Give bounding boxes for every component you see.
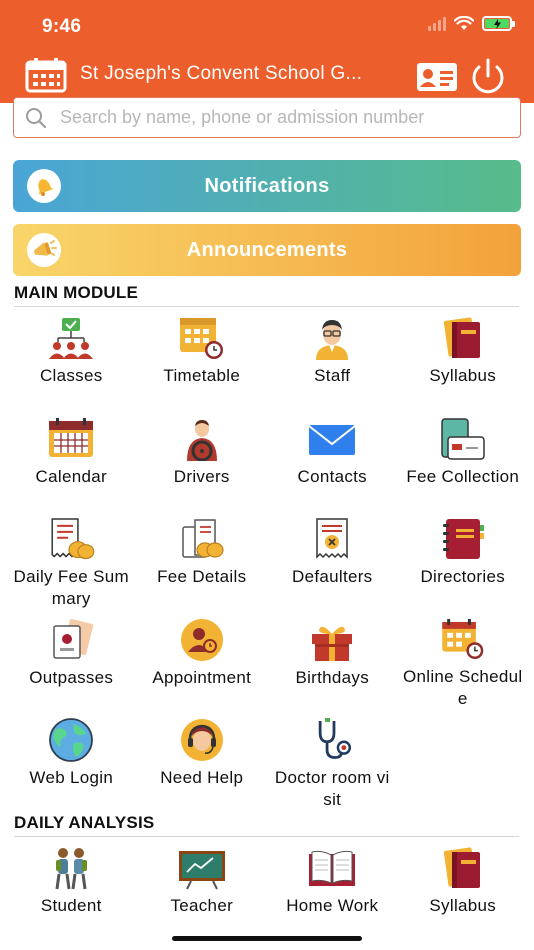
bell-icon bbox=[27, 169, 61, 203]
module-label: Staff bbox=[314, 366, 351, 385]
defaulters-icon bbox=[316, 518, 348, 559]
module-label: Directories bbox=[420, 567, 506, 586]
cellular-signal-icon bbox=[428, 16, 446, 31]
battery-icon bbox=[482, 16, 515, 31]
module-fee-collection[interactable]: Fee Collection bbox=[398, 409, 529, 510]
status-time: 9:46 bbox=[42, 16, 82, 37]
module-label: Syllabus bbox=[429, 366, 497, 385]
module-fee-details[interactable]: Fee Details bbox=[137, 509, 268, 610]
module-label: Fee Collection bbox=[406, 466, 520, 486]
fee-collection-icon bbox=[441, 417, 485, 460]
module-label: Birthdays bbox=[295, 667, 370, 687]
module-online-schedule[interactable]: Online Schedule bbox=[398, 610, 529, 711]
directory-book-icon bbox=[442, 519, 484, 559]
receipt-coins-icon bbox=[51, 518, 95, 560]
status-indicators bbox=[428, 16, 515, 31]
power-icon[interactable] bbox=[468, 58, 508, 96]
module-directories[interactable]: Directories bbox=[398, 509, 529, 610]
app-header: 9:46 St Joseph's Convent School G... bbox=[0, 0, 534, 103]
module-label: Web Login bbox=[29, 768, 114, 787]
classes-icon bbox=[49, 318, 94, 359]
module-syllabus[interactable]: Syllabus bbox=[398, 308, 529, 409]
module-staff[interactable]: Staff bbox=[267, 308, 398, 409]
schedule-icon bbox=[441, 618, 484, 659]
analysis-syllabus[interactable]: Syllabus bbox=[398, 838, 529, 918]
module-label: Drivers bbox=[173, 466, 230, 486]
module-defaulters[interactable]: Defaulters bbox=[267, 509, 398, 610]
module-label: Appointment bbox=[152, 667, 252, 687]
home-indicator[interactable] bbox=[172, 936, 362, 941]
module-label: Need Help bbox=[160, 768, 244, 787]
syllabus-icon bbox=[443, 847, 480, 888]
module-label: Calendar bbox=[35, 466, 107, 486]
outpass-icon bbox=[53, 618, 94, 659]
daily-analysis-grid: Student Teacher Home Work Syllabus bbox=[6, 838, 528, 918]
section-divider bbox=[14, 306, 519, 307]
gift-icon bbox=[312, 626, 353, 661]
module-web-login[interactable]: Web Login bbox=[6, 710, 137, 811]
appointment-icon bbox=[180, 618, 223, 661]
main-module-grid: Classes Timetable Staff Syllabus Calenda… bbox=[6, 308, 528, 811]
staff-icon bbox=[316, 320, 349, 360]
module-birthdays[interactable]: Birthdays bbox=[267, 610, 398, 711]
analysis-label: Home Work bbox=[286, 896, 379, 915]
announcements-button[interactable]: Announcements bbox=[13, 224, 521, 276]
module-label: Fee Details bbox=[157, 567, 247, 586]
module-doctor-room-visit[interactable]: Doctor room visit bbox=[267, 710, 398, 811]
module-outpasses[interactable]: Outpasses bbox=[6, 610, 137, 711]
envelope-icon bbox=[308, 424, 356, 455]
timetable-icon bbox=[179, 318, 223, 359]
module-need-help[interactable]: Need Help bbox=[137, 710, 268, 811]
module-classes[interactable]: Classes bbox=[6, 308, 137, 409]
module-contacts[interactable]: Contacts bbox=[267, 409, 398, 510]
notifications-button[interactable]: Notifications bbox=[13, 160, 521, 212]
driver-icon bbox=[186, 419, 217, 461]
analysis-label: Student bbox=[40, 896, 102, 915]
module-label: Classes bbox=[39, 366, 103, 385]
fee-details-icon bbox=[182, 519, 224, 558]
main-module-title: MAIN MODULE bbox=[14, 283, 139, 302]
id-card-icon[interactable] bbox=[416, 62, 458, 92]
open-book-icon bbox=[309, 850, 356, 886]
module-label: Contacts bbox=[297, 466, 367, 486]
students-icon bbox=[55, 848, 88, 890]
search-bar[interactable] bbox=[13, 97, 521, 138]
module-label: Timetable bbox=[163, 366, 241, 385]
module-appointment[interactable]: Appointment bbox=[137, 610, 268, 711]
module-drivers[interactable]: Drivers bbox=[137, 409, 268, 510]
notifications-label: Notifications bbox=[204, 174, 330, 197]
wifi-icon bbox=[454, 16, 474, 30]
calendar-icon bbox=[49, 417, 94, 457]
module-daily-fee-summary[interactable]: Daily Fee Summary bbox=[6, 509, 137, 610]
teacher-board-icon bbox=[178, 851, 225, 890]
section-divider bbox=[14, 836, 519, 837]
announcements-label: Announcements bbox=[186, 238, 348, 261]
module-label: Doctor room visit bbox=[274, 767, 390, 809]
daily-analysis-title: DAILY ANALYSIS bbox=[14, 813, 155, 832]
megaphone-icon bbox=[27, 233, 61, 267]
analysis-home-work[interactable]: Home Work bbox=[267, 838, 398, 918]
analysis-label: Syllabus bbox=[429, 896, 497, 915]
support-headset-icon bbox=[180, 719, 223, 761]
module-label: Daily Fee Summary bbox=[13, 566, 129, 608]
search-icon bbox=[26, 107, 47, 128]
module-calendar[interactable]: Calendar bbox=[6, 409, 137, 510]
analysis-teacher[interactable]: Teacher bbox=[137, 838, 268, 918]
calendar-icon[interactable] bbox=[25, 57, 67, 93]
module-label: Defaulters bbox=[292, 567, 373, 586]
stethoscope-icon bbox=[319, 718, 352, 759]
school-title: St Joseph's Convent School G... bbox=[80, 63, 363, 84]
module-label: Outpasses bbox=[29, 667, 114, 687]
search-input[interactable] bbox=[60, 107, 500, 128]
analysis-student[interactable]: Student bbox=[6, 838, 137, 918]
syllabus-icon bbox=[443, 317, 480, 358]
analysis-label: Teacher bbox=[170, 896, 234, 915]
globe-icon bbox=[49, 718, 94, 762]
module-timetable[interactable]: Timetable bbox=[137, 308, 268, 409]
module-label: Online Schedule bbox=[403, 667, 523, 708]
